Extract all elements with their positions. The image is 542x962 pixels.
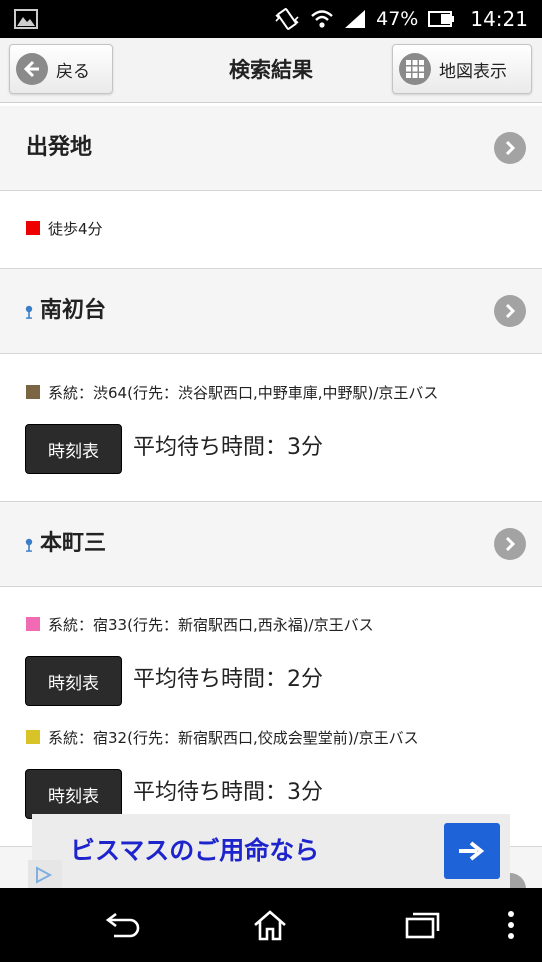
route-color-square xyxy=(26,617,40,631)
timetable-button[interactable]: 時刻表 xyxy=(25,769,122,819)
walk-color-square xyxy=(26,221,40,235)
chevron-right-icon xyxy=(494,132,526,164)
grid-icon xyxy=(399,53,431,85)
status-bar: 47% 14:21 xyxy=(0,0,542,38)
stop-row[interactable]: 本町三 xyxy=(0,502,542,587)
timetable-button[interactable]: 時刻表 xyxy=(25,656,122,706)
vibrate-icon xyxy=(275,8,299,30)
stop-routes: 系統：渋64(行先：渋谷駅西口,中野車庫,中野駅)/京王バス 時刻表 平均待ち時… xyxy=(0,354,542,502)
map-view-button[interactable]: 地図表示 xyxy=(392,44,532,94)
average-wait-time: 平均待ち時間：3分 xyxy=(133,780,323,805)
origin-label: 出発地 xyxy=(26,135,93,160)
back-button[interactable]: 戻る xyxy=(9,44,113,94)
navigation-bar xyxy=(0,888,542,962)
route-color-square xyxy=(26,730,40,744)
timetable-button[interactable]: 時刻表 xyxy=(25,424,122,474)
overflow-menu-icon[interactable] xyxy=(496,888,526,962)
battery-percent: 47% xyxy=(376,8,419,30)
home-icon[interactable] xyxy=(238,888,302,962)
map-button-label: 地図表示 xyxy=(439,61,507,82)
route-text: 系統：宿33(行先：新宿駅西口,西永福)/京王バス xyxy=(48,615,374,634)
walk-duration: 徒歩4分 xyxy=(48,219,103,238)
route-color-square xyxy=(26,385,40,399)
battery-icon xyxy=(428,11,455,27)
route-text: 系統：宿32(行先：新宿駅西口,佼成会聖堂前)/京王バス xyxy=(48,728,419,747)
arrow-left-icon xyxy=(16,53,48,85)
signal-icon xyxy=(345,10,366,28)
wifi-icon xyxy=(311,10,333,28)
recents-icon[interactable] xyxy=(390,888,454,962)
route-info: 系統：宿33(行先：新宿駅西口,西永福)/京王バス xyxy=(26,613,374,635)
chevron-right-icon xyxy=(494,528,526,560)
ad-info-icon[interactable] xyxy=(28,860,62,888)
chevron-right-icon xyxy=(494,295,526,327)
walk-info: 徒歩4分 xyxy=(26,217,103,239)
route-info: 系統：渋64(行先：渋谷駅西口,中野車庫,中野駅)/京王バス xyxy=(26,381,438,403)
walk-section: 徒歩4分 xyxy=(0,191,542,269)
origin-row[interactable]: 出発地 xyxy=(0,106,542,191)
arrow-right-icon[interactable] xyxy=(444,823,500,879)
route-info: 系統：宿32(行先：新宿駅西口,佼成会聖堂前)/京王バス xyxy=(26,726,419,748)
back-button-label: 戻る xyxy=(56,61,90,82)
route-text: 系統：渋64(行先：渋谷駅西口,中野車庫,中野駅)/京王バス xyxy=(48,383,439,402)
clock: 14:21 xyxy=(470,7,528,31)
image-icon xyxy=(14,9,38,29)
ad-text: ビスマスのご用命なら xyxy=(70,836,320,865)
stop-name: 本町三 xyxy=(40,531,107,556)
stop-name: 南初台 xyxy=(40,298,107,323)
average-wait-time: 平均待ち時間：2分 xyxy=(133,667,323,692)
back-nav-icon[interactable] xyxy=(90,888,154,962)
ad-banner[interactable]: ビスマスのご用命なら xyxy=(32,814,510,888)
average-wait-time: 平均待ち時間：3分 xyxy=(133,435,323,460)
bus-stop-icon xyxy=(25,538,33,552)
stop-row[interactable]: 南初台 xyxy=(0,269,542,354)
app-header: 戻る 検索結果 地図表示 xyxy=(0,38,542,103)
bus-stop-icon xyxy=(25,305,33,319)
